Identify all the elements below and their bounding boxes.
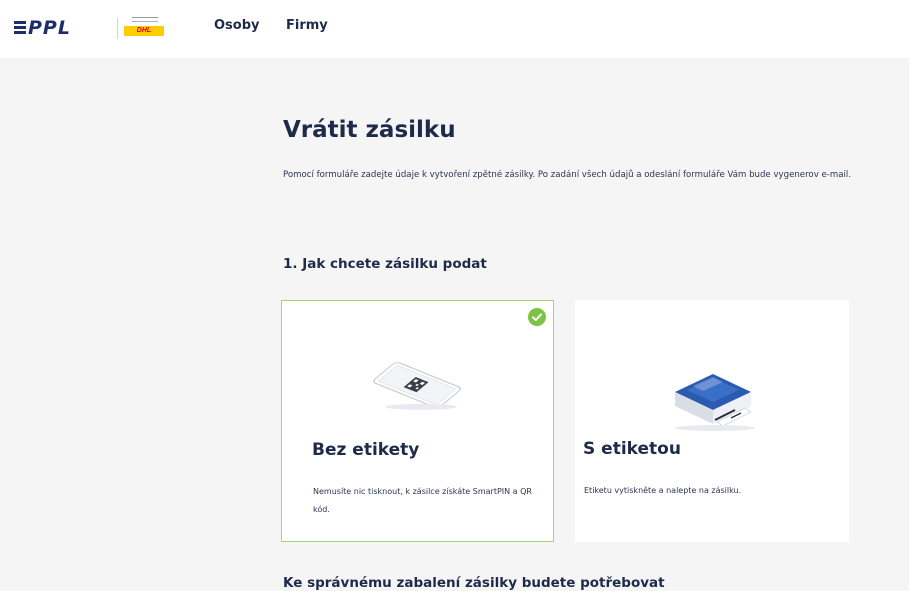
logo-divider xyxy=(117,18,118,39)
nav-link-osoby[interactable]: Osoby xyxy=(214,18,260,33)
option-card-s-etiketou[interactable]: S etiketou Etiketu vytiskněte a nalepte … xyxy=(575,300,849,542)
section-title-packaging: Ke správnému zabalení zásilky budete pot… xyxy=(283,575,665,591)
ppl-logo[interactable]: PPL xyxy=(14,17,71,39)
phone-qr-icon xyxy=(373,362,461,410)
section-title-delivery-method: 1. Jak chcete zásilku podat xyxy=(283,256,487,272)
option-title: S etiketou xyxy=(583,439,681,459)
intro-text: Pomocí formuláře zadejte údaje k vytvoře… xyxy=(283,170,852,180)
dhl-logo: DHL xyxy=(124,17,164,38)
printer-icon xyxy=(675,374,755,431)
dhl-logo-text: DHL xyxy=(124,26,164,36)
option-card-bez-etikety[interactable]: Bez etikety Nemusíte nic tisknout, k zás… xyxy=(281,300,554,542)
option-description: Nemusíte nic tisknout, k zásilce získáte… xyxy=(313,487,532,514)
dhl-tagline-mark xyxy=(132,17,158,22)
top-navigation-bar: PPL DHL Osoby Firmy xyxy=(0,0,909,58)
page-title: Vrátit zásilku xyxy=(283,117,456,143)
ppl-logo-mark-icon xyxy=(14,21,26,35)
nav-link-firmy[interactable]: Firmy xyxy=(286,18,328,33)
option-description: Etiketu vytiskněte a nalepte na zásilku. xyxy=(584,486,742,495)
option-title: Bez etikety xyxy=(312,440,420,460)
ppl-logo-text: PPL xyxy=(28,17,71,39)
selected-check-icon xyxy=(528,308,546,326)
